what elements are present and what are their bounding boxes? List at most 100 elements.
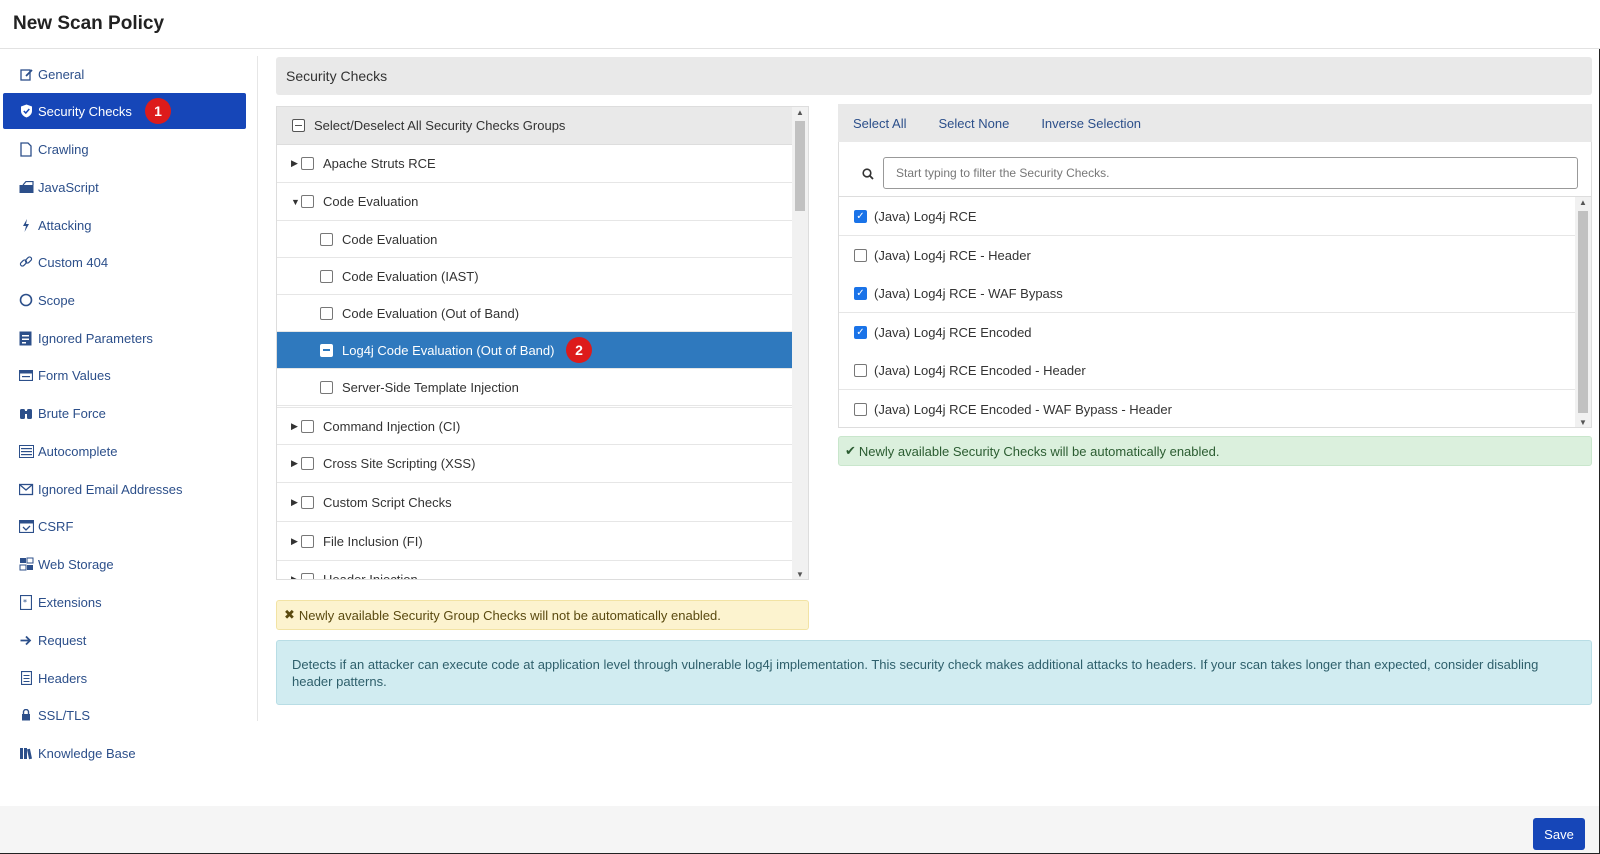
check-item[interactable]: (Java) Log4j RCE Encoded - Header (839, 351, 1577, 390)
link-icon (18, 254, 34, 270)
inverse-selection-link[interactable]: Inverse Selection (1041, 116, 1141, 131)
sidebar-item-request[interactable]: Request (3, 622, 246, 658)
check-checkbox-checked[interactable]: ✓ (854, 209, 867, 223)
circle-icon (18, 292, 34, 308)
tree-child-row[interactable]: Code Evaluation (IAST) (277, 258, 793, 295)
scroll-down-icon[interactable]: ▼ (796, 570, 804, 579)
page-title: New Scan Policy (13, 13, 165, 34)
sidebar-item-security-checks[interactable]: Security Checks 1 (3, 93, 246, 129)
tree-child-row[interactable]: Code Evaluation (Out of Band) (277, 295, 793, 332)
group-checkbox[interactable] (301, 496, 314, 509)
caret-right-icon[interactable]: ▶ (291, 574, 301, 579)
sidebar-item-label: CSRF (38, 518, 74, 534)
checks-scrollbar[interactable]: ▲ ▼ (1575, 197, 1591, 427)
check-checkbox[interactable] (854, 363, 867, 377)
scroll-down-icon[interactable]: ▼ (1579, 418, 1587, 427)
sidebar-item-label: JavaScript (38, 179, 99, 195)
save-button[interactable]: Save (1533, 818, 1585, 850)
tree-group-row[interactable]: ▶ File Inclusion (FI) (277, 523, 793, 561)
sidebar-item-ignored-email-addresses[interactable]: Ignored Email Addresses (3, 471, 246, 507)
sidebar-item-label: Headers (38, 670, 88, 686)
scroll-thumb[interactable] (1578, 211, 1588, 413)
sidebar-item-ssl-tls[interactable]: SSL/TLS (3, 697, 246, 733)
tree-group-row[interactable]: ▶ Header Injection (277, 561, 793, 579)
storage-icon (18, 556, 34, 572)
tree-group-row[interactable]: ▶ Command Injection (CI) (277, 407, 793, 445)
group-checkbox[interactable] (301, 573, 314, 579)
sidebar-item-scope[interactable]: Scope (3, 282, 246, 318)
check-checkbox[interactable] (320, 380, 333, 394)
check-item[interactable]: (Java) Log4j RCE Encoded - WAF Bypass - … (839, 390, 1577, 427)
filter-checks-input[interactable] (883, 157, 1578, 189)
sidebar-item-label: Attacking (38, 217, 92, 233)
sidebar-item-extensions[interactable]: * Extensions (3, 584, 246, 620)
tree-group-row[interactable]: ▶ Apache Struts RCE (277, 145, 793, 183)
checks-actions-bar: Select All Select None Inverse Selection (838, 104, 1592, 142)
group-checkbox[interactable] (301, 419, 314, 433)
group-checkbox[interactable] (301, 535, 314, 548)
tree-group-row[interactable]: ▶ Cross Site Scripting (XSS) (277, 445, 793, 483)
check-checkbox-checked[interactable]: ✓ (854, 286, 867, 300)
caret-down-icon[interactable]: ▼ (291, 197, 301, 207)
tree-child-row[interactable]: Code Evaluation (277, 221, 793, 258)
sidebar-item-label: Web Storage (38, 556, 114, 572)
check-label: (Java) Log4j RCE Encoded (874, 324, 1032, 340)
tree-scrollbar[interactable]: ▲ ▼ (792, 107, 808, 579)
sidebar-item-custom-404[interactable]: Custom 404 (3, 244, 246, 280)
check-item[interactable]: (Java) Log4j RCE - Header (839, 236, 1577, 275)
scroll-up-icon[interactable]: ▲ (1579, 198, 1587, 207)
select-all-groups-checkbox[interactable] (292, 119, 305, 132)
sidebar-item-autocomplete[interactable]: Autocomplete (3, 433, 246, 469)
sidebar-item-knowledge-base[interactable]: Knowledge Base (3, 735, 246, 771)
group-label: Command Injection (CI) (323, 418, 461, 434)
caret-right-icon[interactable]: ▶ (291, 421, 301, 432)
sidebar-item-csrf[interactable]: CSRF (3, 508, 246, 544)
caret-right-icon[interactable]: ▶ (291, 497, 301, 508)
tree-child-row-selected[interactable]: Log4j Code Evaluation (Out of Band) 2 (277, 332, 793, 369)
tree-group-row[interactable]: ▶ Custom Script Checks (277, 484, 793, 522)
sidebar-item-form-values[interactable]: Form Values (3, 357, 246, 393)
check-checkbox-checked[interactable]: ✓ (854, 325, 867, 339)
check-item[interactable]: ✓ (Java) Log4j RCE Encoded (839, 313, 1577, 352)
sidebar-item-headers[interactable]: Headers (3, 660, 246, 696)
scroll-thumb[interactable] (795, 121, 805, 211)
group-checkbox[interactable] (301, 157, 314, 170)
scroll-up-icon[interactable]: ▲ (796, 108, 804, 117)
tree-child-row[interactable]: Server-Side Template Injection (277, 369, 793, 406)
check-item[interactable]: ✓ (Java) Log4j RCE - WAF Bypass (839, 274, 1577, 313)
select-all-groups-row[interactable]: Select/Deselect All Security Checks Grou… (277, 107, 793, 145)
caret-right-icon[interactable]: ▶ (291, 158, 301, 169)
sidebar-item-general[interactable]: General (3, 56, 246, 92)
sidebar-item-ignored-parameters[interactable]: Ignored Parameters (3, 320, 246, 356)
sidebar-item-web-storage[interactable]: Web Storage (3, 546, 246, 582)
check-checkbox[interactable] (320, 306, 333, 320)
caret-right-icon[interactable]: ▶ (291, 536, 301, 547)
check-checkbox[interactable] (854, 248, 867, 262)
check-icon: ✔ (845, 443, 856, 458)
sidebar-item-attacking[interactable]: Attacking (3, 207, 246, 243)
check-item[interactable]: ✓ (Java) Log4j RCE (839, 197, 1577, 236)
sidebar-item-label: Form Values (38, 367, 111, 383)
search-icon (855, 158, 881, 190)
tree-group-row[interactable]: ▼ Code Evaluation (277, 183, 793, 221)
check-checkbox[interactable] (320, 269, 333, 283)
check-label: (Java) Log4j RCE Encoded - WAF Bypass - … (874, 401, 1172, 417)
select-all-link[interactable]: Select All (853, 116, 906, 131)
check-checkbox-partial[interactable] (320, 343, 333, 357)
select-none-link[interactable]: Select None (938, 116, 1009, 131)
group-label: Code Evaluation (323, 194, 419, 209)
group-checkbox[interactable] (301, 457, 314, 470)
sidebar-item-label: Brute Force (38, 405, 106, 421)
sidebar-item-brute-force[interactable]: Brute Force (3, 395, 246, 431)
sidebar-item-label: Custom 404 (38, 254, 109, 270)
sidebar: General Security Checks 1 Crawling JavaS… (0, 56, 258, 761)
page-header: New Scan Policy (0, 0, 1600, 49)
sidebar-item-javascript[interactable]: JavaScript (3, 169, 246, 205)
group-warning-text: Newly available Security Group Checks wi… (298, 607, 721, 623)
check-checkbox[interactable] (320, 232, 333, 246)
caret-right-icon[interactable]: ▶ (291, 458, 301, 469)
group-checkbox[interactable] (301, 195, 314, 208)
sidebar-item-crawling[interactable]: Crawling (3, 131, 246, 167)
edit-icon (18, 66, 34, 82)
check-checkbox[interactable] (854, 402, 867, 416)
